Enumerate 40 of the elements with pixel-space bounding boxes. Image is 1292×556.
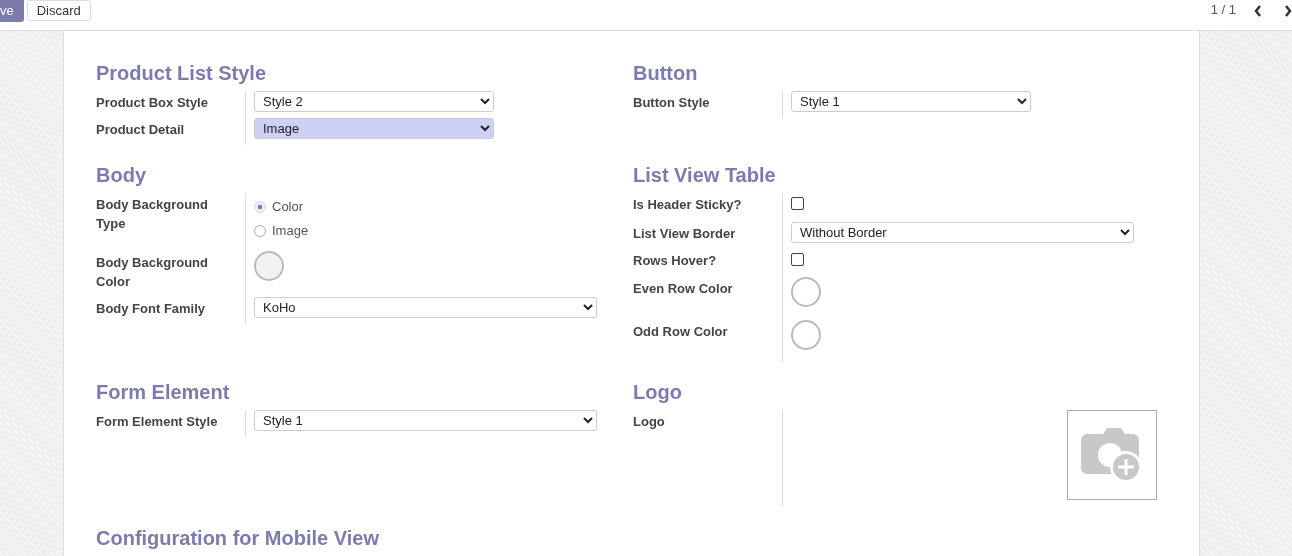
field-label: Rows Hover?	[633, 251, 718, 270]
field-label: Body Background Color	[96, 254, 209, 291]
save-button[interactable]: ve	[0, 0, 24, 22]
color-swatch[interactable]	[791, 277, 821, 307]
color-swatch[interactable]	[791, 319, 821, 350]
select-field[interactable]: Without Border	[791, 221, 1134, 243]
field-label: Is Header Sticky?	[633, 196, 743, 214]
select-field[interactable]: Style 1	[254, 410, 597, 431]
radio-label: Color	[272, 198, 304, 217]
select-field[interactable]: Style 1	[791, 91, 1031, 112]
field-label: Form Element Style	[96, 413, 219, 431]
select-field[interactable]: Style 2	[254, 91, 494, 112]
section-heading: Logo	[633, 380, 683, 404]
section-heading: Product List Style	[96, 61, 268, 85]
section-heading: Body	[96, 163, 147, 187]
chevron-left-icon	[1254, 4, 1262, 17]
field-label: Product Detail	[96, 121, 186, 139]
field-label: Even Row Color	[633, 280, 734, 298]
chevron-right-icon	[1284, 4, 1292, 17]
discard-button[interactable]: Discard	[26, 0, 91, 21]
section-heading: Configuration for Mobile View	[96, 526, 380, 550]
color-swatch[interactable]	[254, 251, 284, 281]
section-heading: Form Element	[96, 380, 231, 404]
field-label: Body Background Type	[96, 196, 209, 233]
field-label: Body Font Family	[96, 300, 207, 318]
field-label: Product Box Style	[96, 94, 209, 112]
select-field[interactable]: Image	[254, 118, 494, 139]
checkbox[interactable]	[791, 197, 804, 210]
checkbox[interactable]	[791, 252, 804, 266]
field-label: Logo	[633, 413, 666, 431]
section-heading: List View Table	[633, 163, 777, 187]
radio-label: Image	[272, 222, 309, 241]
radio-button[interactable]	[254, 225, 266, 237]
section-heading: Button	[633, 61, 699, 85]
image-upload-box[interactable]	[1067, 410, 1157, 500]
field-label: Button Style	[633, 94, 711, 112]
pager-counter: 1 / 1	[1210, 1, 1236, 19]
field-label: Odd Row Color	[633, 322, 729, 341]
field-label: List View Border	[633, 224, 737, 243]
select-field[interactable]: KoHo	[254, 297, 597, 318]
